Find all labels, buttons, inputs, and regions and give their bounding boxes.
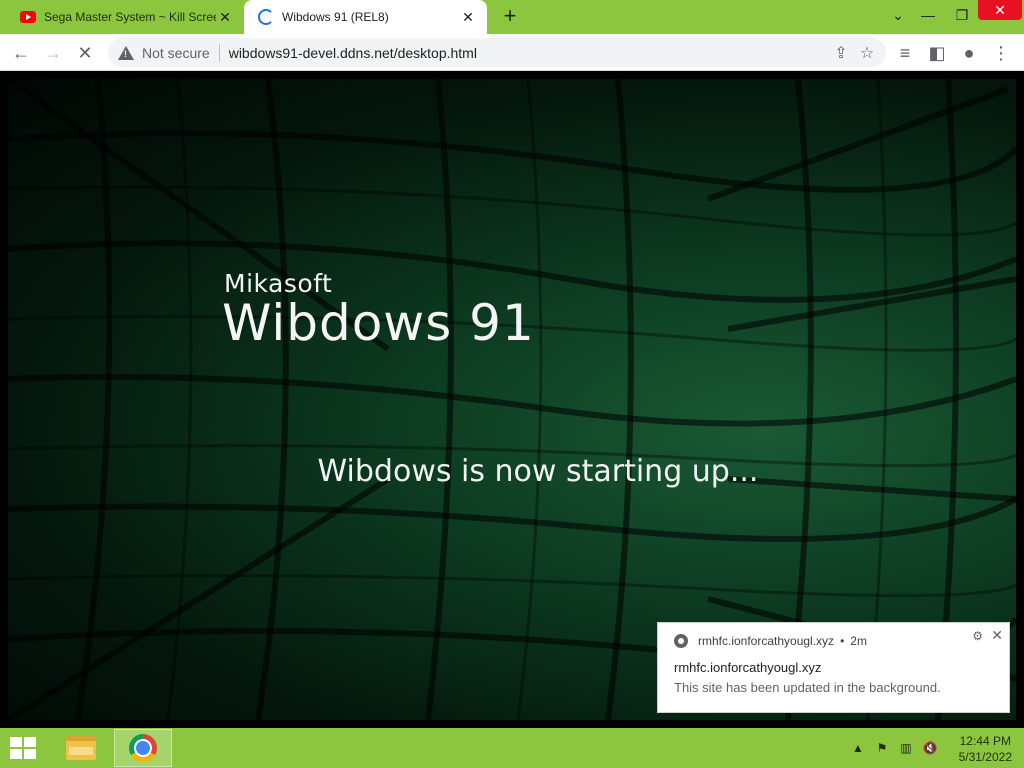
system-clock[interactable]: 12:44 PM 5/31/2022 [959,733,1012,765]
minimize-button[interactable]: — [911,0,945,30]
show-hidden-icons-chevron-icon[interactable]: ▲ [850,728,866,768]
gear-icon[interactable]: ⚙ [972,629,983,643]
loading-spinner-icon [258,9,274,25]
notification-source: rmhfc.ionforcathyougl.xyz [698,634,835,648]
clock-time: 12:44 PM [959,734,1011,748]
site-notification[interactable]: rmhfc.ionforcathyougl.xyz • 2m ⚙ ✕ rmhfc… [657,622,1010,713]
notification-body: This site has been updated in the backgr… [674,680,941,695]
youtube-icon [20,11,36,23]
notification-separator: • [840,634,845,648]
side-panel-icon[interactable]: ◧ [924,40,950,66]
brand-title: Wibdows 91 [222,294,535,352]
clock-date: 5/31/2022 [958,750,1012,764]
bookmark-star-icon[interactable]: ☆ [854,40,880,66]
security-label[interactable]: Not secure [142,45,210,61]
file-explorer-icon [66,736,96,760]
more-menu-icon[interactable]: ⋮ [988,40,1014,66]
tab-wibdows-91[interactable]: Wibdows 91 (REL8) ✕ [244,0,487,34]
stop-loading-icon[interactable]: ✕ [72,40,98,66]
tab-title: Wibdows 91 (REL8) [282,10,389,24]
close-window-button[interactable]: ✕ [978,0,1022,20]
back-arrow-icon[interactable]: ← [8,40,34,66]
taskbar: ▲ ⚑ ▥ 🔇 12:44 PM 5/31/2022 [0,728,1024,768]
notification-age: 2m [850,634,867,648]
chrome-small-icon [674,634,688,648]
restore-button[interactable]: ❐ [945,0,979,30]
close-icon[interactable]: ✕ [991,627,1003,644]
omnibox-actions: ⇪ ☆ [828,40,880,66]
address-bar[interactable]: Not secure wibdows91-devel.ddns.net/desk… [108,38,886,67]
start-windows-icon[interactable] [10,737,38,759]
forward-arrow-icon[interactable]: → [40,40,66,66]
tab-search-chevron-icon[interactable]: ⌄ [881,0,915,30]
tab-title: Sega Master System ~ Kill Screen [44,10,216,24]
chrome-taskbar-button[interactable] [114,729,172,767]
tab-strip: Sega Master System ~ Kill Screen ✕ Wibdo… [0,0,1024,34]
close-tab-icon[interactable]: ✕ [216,8,234,26]
media-controls-icon[interactable]: ≡ [892,40,918,66]
action-center-flag-icon[interactable]: ⚑ [872,728,892,768]
notification-title: rmhfc.ionforcathyougl.xyz [674,660,822,675]
browser-toolbar: ← → ✕ Not secure wibdows91-devel.ddns.ne… [0,34,1024,71]
url-text[interactable]: wibdows91-devel.ddns.net/desktop.html [229,45,477,61]
volume-muted-icon[interactable]: 🔇 [920,728,940,768]
chrome-icon [129,734,157,762]
file-explorer-button[interactable] [52,729,110,767]
share-icon[interactable]: ⇪ [828,40,854,66]
close-tab-icon[interactable]: ✕ [459,8,477,26]
warning-icon[interactable] [118,45,134,60]
network-icon[interactable]: ▥ [896,728,916,768]
divider [218,43,220,62]
tab-sega-master-system[interactable]: Sega Master System ~ Kill Screen ✕ [6,0,244,34]
notification-header: rmhfc.ionforcathyougl.xyz • 2m [674,634,867,648]
startup-status: Wibdows is now starting up... [317,454,759,489]
new-tab-button[interactable]: + [498,5,522,29]
profile-avatar-icon[interactable]: ● [956,40,982,66]
